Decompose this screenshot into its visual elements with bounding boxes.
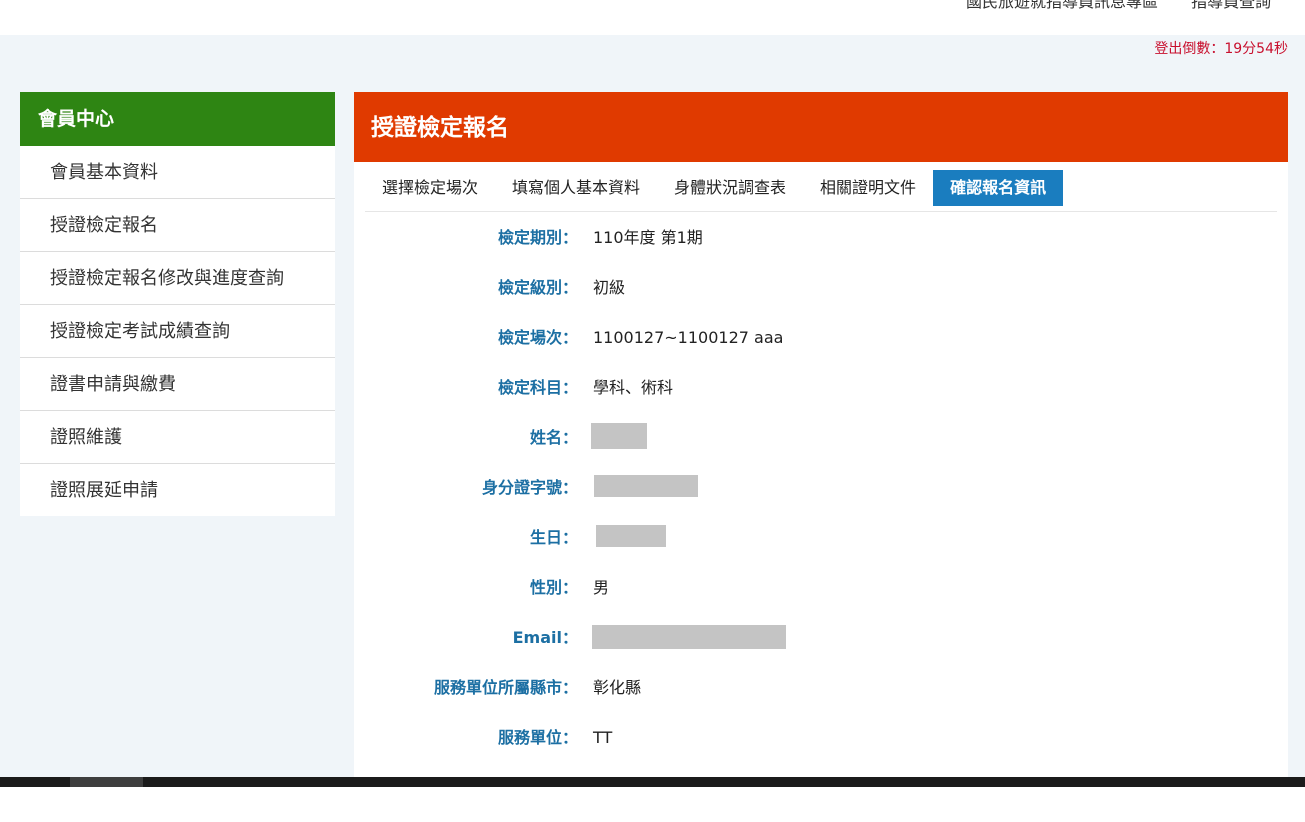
field-label-service-unit: 服務單位： [497, 728, 578, 747]
sidebar-title: 會員中心 [20, 92, 335, 146]
footer-scroll-tab[interactable] [70, 777, 143, 787]
field-label-period: 檢定期別： [497, 228, 578, 247]
step-tabs: 選擇檢定場次 填寫個人基本資料 身體狀況調查表 相關證明文件 確認報名資訊 [365, 170, 1277, 212]
field-value-session: 1100127~1100127 aaa [593, 328, 784, 347]
tab-health-survey[interactable]: 身體狀況調查表 [657, 170, 803, 206]
field-label-level: 檢定級別： [497, 278, 578, 297]
field-label-subjects: 檢定科目： [497, 378, 578, 397]
sidebar-item-license-maintenance[interactable]: 證照維護 [20, 411, 335, 464]
member-sidebar: 會員中心 會員基本資料 授證檢定報名 授證檢定報名修改與進度查詢 授證檢定考試成… [20, 92, 335, 516]
field-label-name: 姓名： [529, 428, 578, 447]
top-nav-link-info[interactable]: 國民旅遊就指導員訊息專區 [966, 0, 1158, 11]
field-row: 服務單位所屬縣市： 彰化縣 [354, 676, 1288, 726]
redacted-name [591, 423, 647, 449]
field-row: 檢定級別： 初級 [354, 276, 1288, 326]
redacted-birthday [596, 525, 666, 547]
page-title: 授證檢定報名 [354, 92, 1288, 162]
tab-select-session[interactable]: 選擇檢定場次 [365, 170, 495, 206]
field-row: 檢定場次： 1100127~1100127 aaa [354, 326, 1288, 376]
field-row: 服務單位： TT [354, 726, 1288, 776]
sidebar-item-certificate-payment[interactable]: 證書申請與繳費 [20, 358, 335, 411]
field-label-birthday: 生日： [529, 528, 578, 547]
field-label-email: Email： [512, 628, 578, 647]
field-label-session: 檢定場次： [497, 328, 578, 347]
field-value-period: 110年度 第1期 [593, 228, 703, 247]
sidebar-menu: 會員基本資料 授證檢定報名 授證檢定報名修改與進度查詢 授證檢定考試成績查詢 證… [20, 146, 335, 516]
sidebar-item-member-info[interactable]: 會員基本資料 [20, 146, 335, 199]
field-value-gender: 男 [593, 578, 610, 597]
field-row: 檢定期別： 110年度 第1期 [354, 226, 1288, 276]
field-value-subjects: 學科、術科 [593, 378, 674, 397]
field-row: 生日： [354, 525, 1288, 576]
sidebar-item-exam-registration[interactable]: 授證檢定報名 [20, 199, 335, 252]
field-label-gender: 性別： [529, 578, 578, 597]
registration-summary: 檢定期別： 110年度 第1期 檢定級別： 初級 檢定場次： 1100127~1… [354, 226, 1288, 776]
footer-bar [0, 777, 1305, 787]
tab-personal-info[interactable]: 填寫個人基本資料 [495, 170, 657, 206]
field-row: 檢定科目： 學科、術科 [354, 376, 1288, 426]
field-row: 性別： 男 [354, 576, 1288, 626]
tab-documents[interactable]: 相關證明文件 [803, 170, 933, 206]
redacted-id-number [594, 475, 698, 497]
top-bar: 國民旅遊就指導員訊息專區 指導員查詢 [0, 0, 1305, 35]
field-row: 身分證字號： [354, 475, 1288, 526]
field-row: 姓名： [354, 423, 1288, 476]
field-row: Email： [354, 625, 1288, 676]
tab-confirm-registration[interactable]: 確認報名資訊 [933, 170, 1064, 206]
field-value-service-county: 彰化縣 [593, 678, 642, 697]
logout-countdown: 登出倒數：19分54秒 [1154, 41, 1288, 57]
sidebar-item-registration-edit-progress[interactable]: 授證檢定報名修改與進度查詢 [20, 252, 335, 305]
field-value-service-unit: TT [593, 728, 613, 747]
sidebar-item-license-extension[interactable]: 證照展延申請 [20, 464, 335, 516]
field-value-level: 初級 [593, 278, 626, 297]
main-panel: 授證檢定報名 選擇檢定場次 填寫個人基本資料 身體狀況調查表 相關證明文件 確認報名資訊… [354, 92, 1288, 777]
field-label-service-county: 服務單位所屬縣市： [433, 678, 578, 697]
redacted-email [592, 625, 786, 649]
sidebar-item-exam-score[interactable]: 授證檢定考試成績查詢 [20, 305, 335, 358]
field-label-id-number: 身分證字號： [481, 478, 578, 497]
top-nav: 國民旅遊就指導員訊息專區 指導員查詢 [966, 0, 1299, 12]
top-nav-link-search[interactable]: 指導員查詢 [1191, 0, 1271, 11]
